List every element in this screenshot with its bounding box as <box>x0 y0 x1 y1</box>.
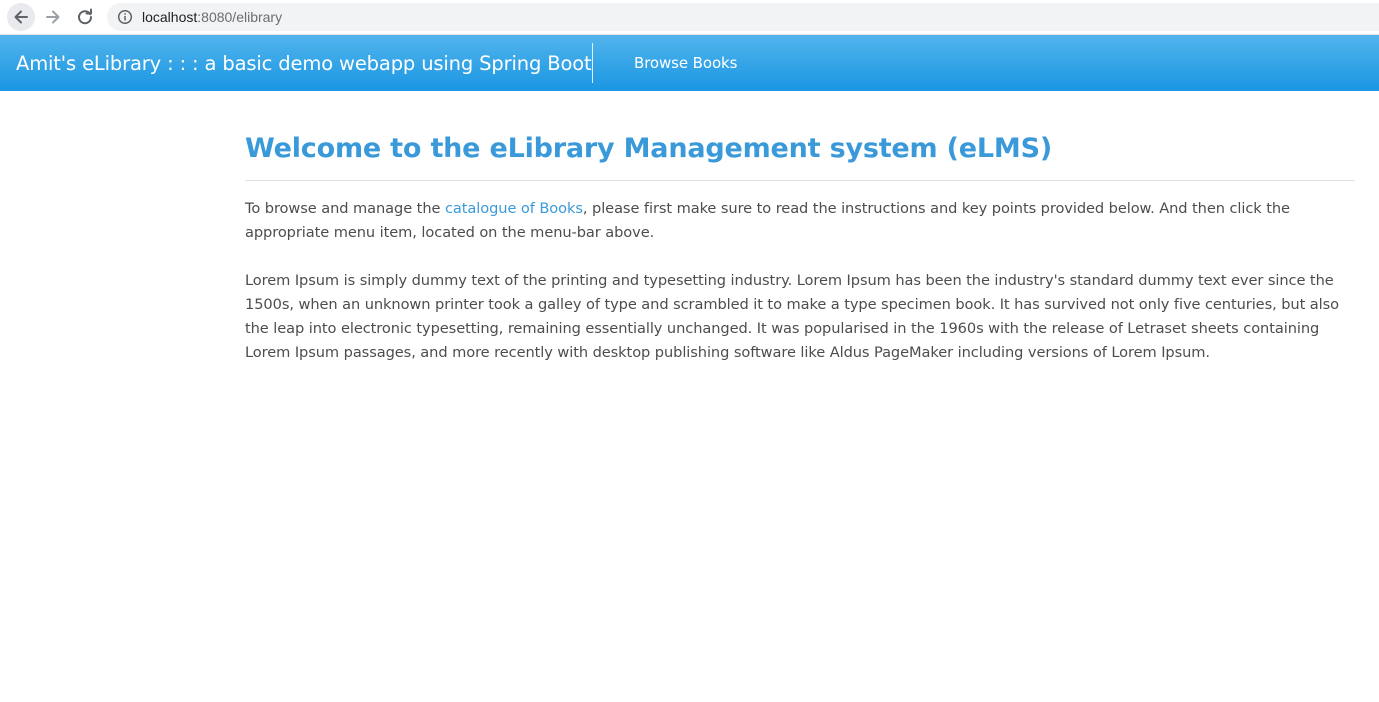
intro-text-before: To browse and manage the <box>245 200 445 217</box>
url-text[interactable]: localhost:8080/elibrary <box>142 9 282 25</box>
navbar-divider <box>592 43 593 83</box>
reload-icon <box>78 8 93 25</box>
catalogue-link[interactable]: catalogue of Books <box>445 200 583 217</box>
browser-toolbar: localhost:8080/elibrary <box>0 0 1379 35</box>
forward-arrow-icon <box>46 10 60 24</box>
url-host: localhost <box>142 9 198 25</box>
main-content: Welcome to the eLibrary Management syste… <box>245 120 1355 365</box>
page-title: Welcome to the eLibrary Management syste… <box>245 133 1052 164</box>
reload-button[interactable] <box>71 3 99 31</box>
url-path: :8080/elibrary <box>197 9 283 25</box>
intro-paragraph: To browse and manage the catalogue of Bo… <box>245 197 1355 245</box>
lorem-paragraph: Lorem Ipsum is simply dummy text of the … <box>245 272 1339 361</box>
address-bar[interactable]: localhost:8080/elibrary <box>107 3 1379 31</box>
forward-button[interactable] <box>39 3 67 31</box>
brand-link[interactable]: Amit's eLibrary : : : a basic demo webap… <box>16 35 592 91</box>
back-arrow-icon <box>14 10 28 24</box>
nav-link-browse-books[interactable]: Browse Books <box>634 35 737 91</box>
info-icon[interactable] <box>117 9 133 25</box>
back-button[interactable] <box>7 3 35 31</box>
title-divider <box>245 180 1355 181</box>
app-navbar: Amit's eLibrary : : : a basic demo webap… <box>0 35 1379 91</box>
